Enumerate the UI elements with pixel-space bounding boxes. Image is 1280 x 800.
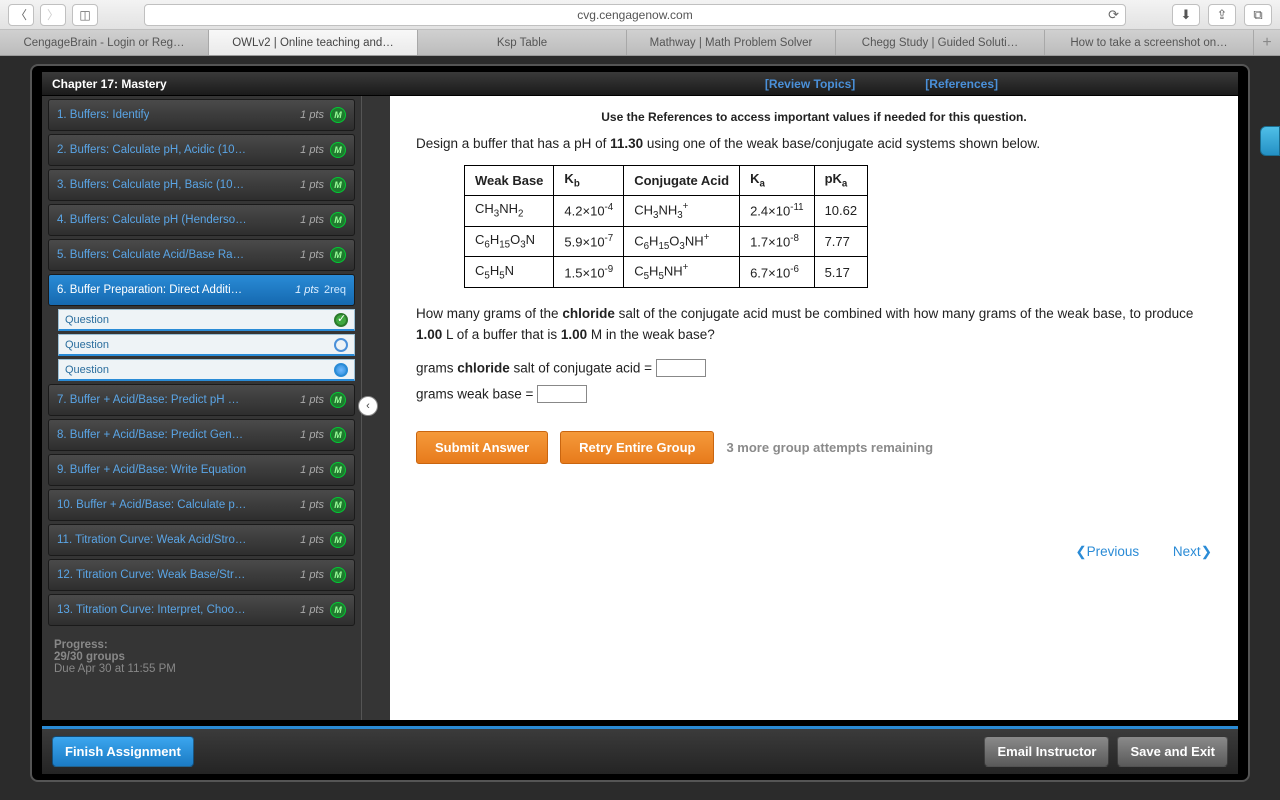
footer-bar: Finish Assignment Email Instructor Save … <box>42 726 1238 774</box>
browser-tab[interactable]: How to take a screenshot on… <box>1045 30 1254 55</box>
sidebar-item-1[interactable]: 1. Buffers: Identify1 ptsM <box>48 99 355 131</box>
previous-link[interactable]: ❮Previous <box>1075 544 1139 559</box>
submit-answer-button[interactable]: Submit Answer <box>416 431 548 464</box>
sidebar-item-6[interactable]: 6. Buffer Preparation: Direct Additio…1 … <box>48 274 355 306</box>
email-instructor-button[interactable]: Email Instructor <box>984 736 1109 767</box>
sidebar-item-9[interactable]: 9. Buffer + Acid/Base: Write Equation1 p… <box>48 454 355 486</box>
sidebar-item-12[interactable]: 12. Titration Curve: Weak Base/Stron…1 p… <box>48 559 355 591</box>
status-icon <box>334 363 348 377</box>
sidebar-item-3[interactable]: 3. Buffers: Calculate pH, Basic (100K …1… <box>48 169 355 201</box>
assignment-sidebar: 1. Buffers: Identify1 ptsM2. Buffers: Ca… <box>42 96 362 720</box>
chloride-grams-input[interactable] <box>656 359 706 377</box>
progress-box: Progress:29/30 groupsDue Apr 30 at 11:55… <box>42 629 361 685</box>
mastery-icon: M <box>330 427 346 443</box>
mastery-icon: M <box>330 142 346 158</box>
sidebar-item-4[interactable]: 4. Buffers: Calculate pH (Henderson–…1 p… <box>48 204 355 236</box>
sidebar-item-13[interactable]: 13. Titration Curve: Interpret, Choose …… <box>48 594 355 626</box>
sub-question[interactable]: Question <box>58 359 355 381</box>
mastery-icon: M <box>330 212 346 228</box>
tab-strip: CengageBrain - Login or Reg…OWLv2 | Onli… <box>0 30 1280 56</box>
browser-tab[interactable]: Ksp Table <box>418 30 627 55</box>
mastery-icon: M <box>330 392 346 408</box>
tabs-icon[interactable]: ⧉ <box>1244 4 1272 26</box>
back-button[interactable]: 〈 <box>8 4 34 26</box>
sub-question[interactable]: Question <box>58 334 355 356</box>
sidebar-item-8[interactable]: 8. Buffer + Acid/Base: Predict General…1… <box>48 419 355 451</box>
browser-tab[interactable]: Mathway | Math Problem Solver <box>627 30 836 55</box>
mastery-icon: M <box>330 497 346 513</box>
status-icon <box>334 313 348 327</box>
weak-base-table: Weak BaseKbConjugate AcidKapKaCH3NH24.2×… <box>464 165 868 288</box>
save-exit-button[interactable]: Save and Exit <box>1117 736 1228 767</box>
downloads-icon[interactable]: ⬇ <box>1172 4 1200 26</box>
finish-assignment-button[interactable]: Finish Assignment <box>52 736 194 767</box>
chapter-header: Chapter 17: Mastery [Review Topics] [Ref… <box>42 72 1238 96</box>
reload-icon[interactable]: ⟳ <box>1108 7 1119 23</box>
question-part2: How many grams of the chloride salt of t… <box>416 304 1212 345</box>
mastery-icon: M <box>330 247 346 263</box>
url-text: cvg.cengagenow.com <box>577 8 692 22</box>
review-topics-link[interactable]: [Review Topics] <box>765 77 855 91</box>
status-icon <box>334 338 348 352</box>
forward-button[interactable]: 〉 <box>40 4 66 26</box>
input-row-2: grams weak base = <box>416 385 1212 403</box>
reference-note: Use the References to access important v… <box>416 110 1212 124</box>
share-icon[interactable]: ⇪ <box>1208 4 1236 26</box>
sidebar-item-2[interactable]: 2. Buffers: Calculate pH, Acidic (100K …… <box>48 134 355 166</box>
browser-tab[interactable]: CengageBrain - Login or Reg… <box>0 30 209 55</box>
chapter-title: Chapter 17: Mastery <box>52 77 167 91</box>
mastery-icon: M <box>330 107 346 123</box>
sidebar-item-5[interactable]: 5. Buffers: Calculate Acid/Base Ratio (…… <box>48 239 355 271</box>
attempts-remaining: 3 more group attempts remaining <box>726 440 933 455</box>
new-tab-button[interactable]: + <box>1254 30 1280 55</box>
sidebar-toggle-icon[interactable]: ◫ <box>72 4 98 26</box>
sidebar-item-7[interactable]: 7. Buffer + Acid/Base: Predict pH Cha…1 … <box>48 384 355 416</box>
mastery-icon: M <box>330 177 346 193</box>
mastery-icon: M <box>330 532 346 548</box>
weak-base-grams-input[interactable] <box>537 385 587 403</box>
sidebar-item-10[interactable]: 10. Buffer + Acid/Base: Calculate pH …1 … <box>48 489 355 521</box>
url-bar[interactable]: cvg.cengagenow.com ⟳ <box>144 4 1126 26</box>
sub-question[interactable]: Question <box>58 309 355 331</box>
pane-divider: ‹ <box>362 96 390 720</box>
collapse-sidebar-button[interactable]: ‹ <box>358 396 378 416</box>
mastery-icon: M <box>330 567 346 583</box>
next-link[interactable]: Next❯ <box>1173 544 1212 559</box>
mastery-icon: M <box>330 462 346 478</box>
side-widget-icon[interactable] <box>1260 126 1280 156</box>
browser-tab[interactable]: OWLv2 | Online teaching and… <box>209 30 418 55</box>
question-prompt: Design a buffer that has a pH of 11.30 u… <box>416 136 1212 151</box>
input-row-1: grams chloride salt of conjugate acid = <box>416 359 1212 377</box>
references-link[interactable]: [References] <box>925 77 998 91</box>
browser-toolbar: 〈 〉 ◫ cvg.cengagenow.com ⟳ ⬇ ⇪ ⧉ <box>0 0 1280 30</box>
sidebar-item-11[interactable]: 11. Titration Curve: Weak Acid/Strong …1… <box>48 524 355 556</box>
retry-group-button[interactable]: Retry Entire Group <box>560 431 714 464</box>
question-pane: Use the References to access important v… <box>390 96 1238 720</box>
mastery-icon: M <box>330 602 346 618</box>
browser-tab[interactable]: Chegg Study | Guided Soluti… <box>836 30 1045 55</box>
